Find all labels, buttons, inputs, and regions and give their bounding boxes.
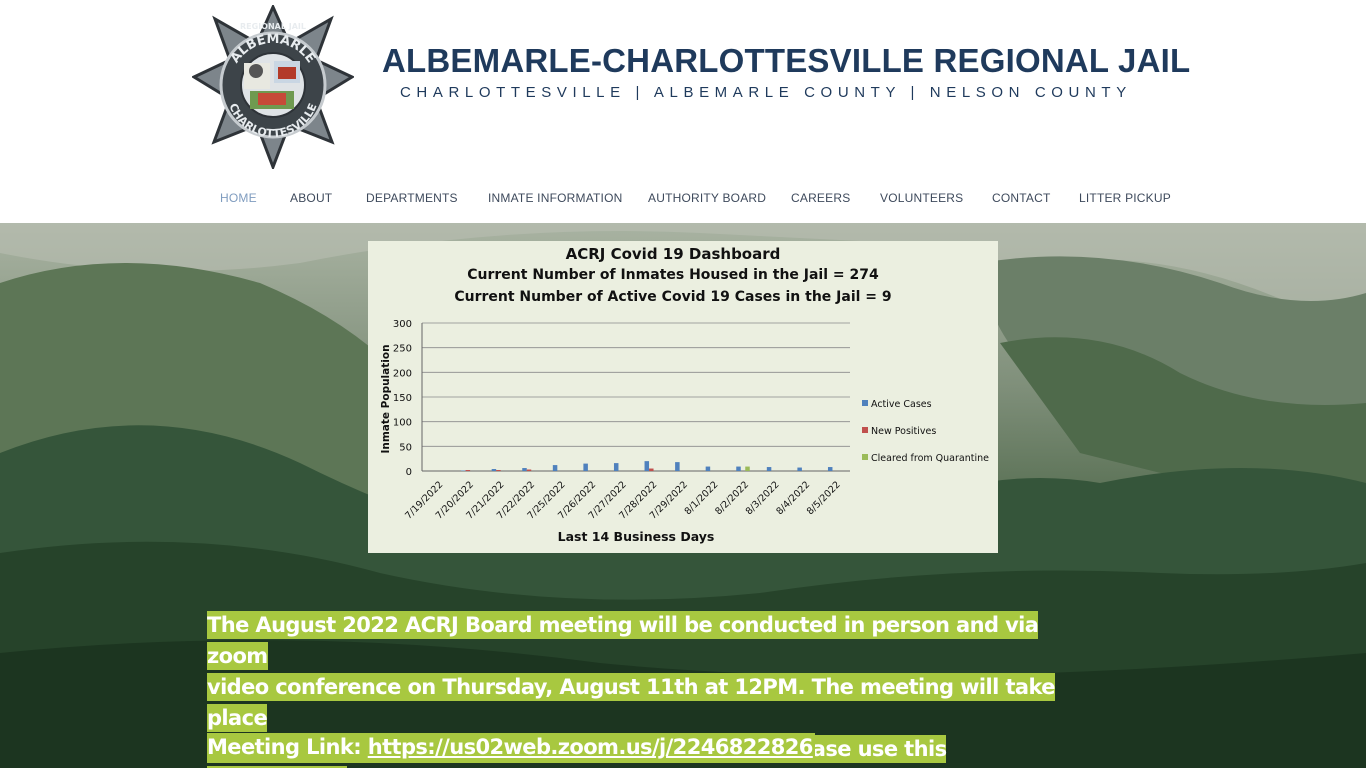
bar-active-cases bbox=[675, 462, 680, 471]
announcement-line-1: The August 2022 ACRJ Board meeting will … bbox=[207, 611, 1039, 670]
covid-dashboard: ACRJ Covid 19 Dashboard Current Number o… bbox=[368, 241, 998, 553]
y-tick-label: 200 bbox=[393, 368, 412, 379]
covid-bar-chart: 0501001502002503007/19/20227/20/20227/21… bbox=[380, 319, 989, 544]
legend-swatch bbox=[862, 427, 868, 433]
bar-new-positives bbox=[649, 468, 654, 471]
jail-badge-logo[interactable]: ALBEMARLE CHARLOTTESVILLE REGIONAL JAIL bbox=[192, 5, 354, 169]
bar-active-cases bbox=[705, 466, 711, 471]
nav-careers[interactable]: CAREERS bbox=[791, 191, 850, 205]
legend-swatch bbox=[862, 454, 868, 460]
bar-active-cases bbox=[613, 463, 619, 471]
nav-departments[interactable]: DEPARTMENTS bbox=[366, 191, 458, 205]
meeting-link-label: Meeting Link: bbox=[207, 735, 362, 759]
y-tick-label: 100 bbox=[393, 418, 412, 429]
legend-swatch bbox=[862, 400, 868, 406]
y-tick-label: 150 bbox=[393, 393, 412, 404]
zoom-meeting-link[interactable]: https://us02web.zoom.us/j/2246822826 bbox=[368, 735, 814, 759]
bar-active-cases bbox=[583, 463, 588, 471]
legend-label: Cleared from Quarantine bbox=[871, 453, 989, 464]
meeting-link-row: Meeting Link: https://us02web.zoom.us/j/… bbox=[207, 733, 815, 761]
bar-active-cases bbox=[522, 468, 527, 471]
bar-active-cases bbox=[797, 467, 802, 471]
bar-new-positives bbox=[465, 470, 471, 471]
bar-active-cases bbox=[552, 465, 558, 471]
bar-active-cases bbox=[491, 469, 497, 471]
bar-active-cases bbox=[644, 461, 650, 471]
y-tick-label: 300 bbox=[393, 319, 412, 330]
nav-home[interactable]: HOME bbox=[220, 191, 257, 205]
announcement-line-2: video conference on Thursday, August 11t… bbox=[207, 673, 1056, 732]
nav-about[interactable]: ABOUT bbox=[290, 191, 332, 205]
badge-top-text: REGIONAL JAIL bbox=[240, 22, 306, 31]
bar-active-cases bbox=[766, 467, 772, 471]
nav-inmate-information[interactable]: INMATE INFORMATION bbox=[488, 191, 622, 205]
legend-label: Active Cases bbox=[871, 399, 932, 410]
bar-active-cases bbox=[736, 466, 741, 471]
bar-new-positives bbox=[496, 470, 501, 471]
x-tick-label: 8/5/2022 bbox=[805, 479, 843, 517]
nav-volunteers[interactable]: VOLUNTEERS bbox=[880, 191, 963, 205]
x-axis-label: Last 14 Business Days bbox=[558, 529, 715, 544]
y-axis-label: Inmate Population bbox=[380, 344, 392, 453]
site-header: ALBEMARLE CHARLOTTESVILLE REGIONAL JAIL … bbox=[0, 0, 1366, 223]
legend-label: New Positives bbox=[871, 426, 936, 437]
main-nav: HOME ABOUT DEPARTMENTS INMATE INFORMATIO… bbox=[0, 186, 1366, 212]
bar-new-positives bbox=[526, 469, 532, 471]
y-tick-label: 50 bbox=[399, 442, 412, 453]
bar-active-cases bbox=[827, 467, 833, 471]
site-subtitle: CHARLOTTESVILLE | ALBEMARLE COUNTY | NEL… bbox=[400, 84, 1132, 101]
bar-cleared-from-quarantine bbox=[745, 466, 750, 471]
nav-litter-pickup[interactable]: LITTER PICKUP bbox=[1079, 191, 1171, 205]
site-title: ALBEMARLE-CHARLOTTESVILLE REGIONAL JAIL bbox=[382, 42, 1191, 79]
y-tick-label: 0 bbox=[406, 467, 412, 478]
nav-contact[interactable]: CONTACT bbox=[992, 191, 1051, 205]
nav-authority-board[interactable]: AUTHORITY BOARD bbox=[648, 191, 766, 205]
y-tick-label: 250 bbox=[393, 344, 412, 355]
